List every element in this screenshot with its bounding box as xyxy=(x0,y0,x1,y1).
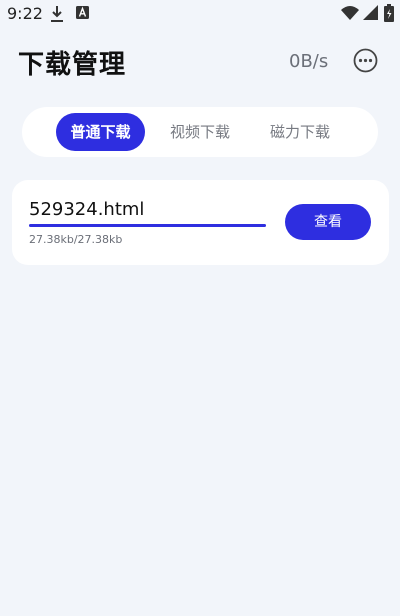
file-size: 27.38kb/27.38kb xyxy=(29,233,123,246)
more-icon[interactable] xyxy=(353,48,378,73)
status-time: 9:22 xyxy=(7,4,43,23)
download-item: 529324.html 27.38kb/27.38kb 查看 xyxy=(12,180,389,265)
file-name: 529324.html xyxy=(29,199,145,220)
tab-magnet-download[interactable]: 磁力下载 xyxy=(260,113,340,151)
progress-bar xyxy=(29,224,266,227)
download-type-tabs: 普通下载 视频下载 磁力下载 xyxy=(22,107,378,157)
a-icon xyxy=(76,6,89,19)
view-button[interactable]: 查看 xyxy=(285,204,371,240)
battery-icon xyxy=(384,4,394,22)
download-speed: 0B/s xyxy=(289,51,329,72)
wifi-icon xyxy=(341,6,359,20)
status-bar: 9:22 xyxy=(0,0,400,28)
progress-fill xyxy=(29,224,266,227)
page-title: 下载管理 xyxy=(18,50,127,80)
download-icon xyxy=(51,6,63,22)
signal-icon xyxy=(363,5,378,20)
tab-normal-download[interactable]: 普通下载 xyxy=(56,113,145,151)
tab-video-download[interactable]: 视频下载 xyxy=(160,113,240,151)
